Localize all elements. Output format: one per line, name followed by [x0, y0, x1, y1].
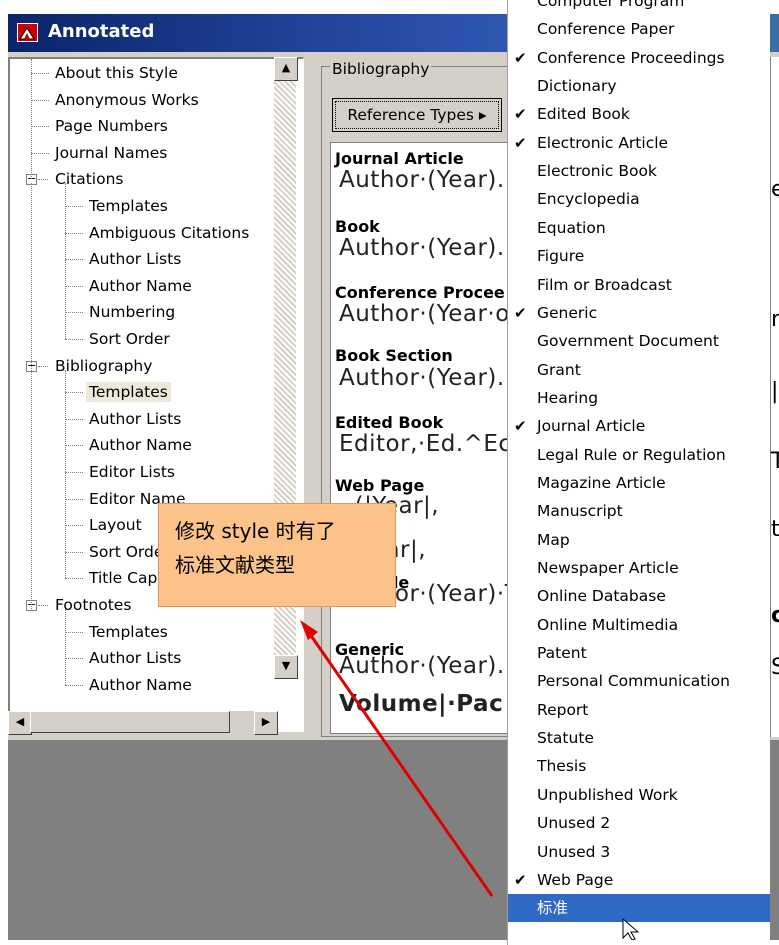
- arrow-shaft: [303, 626, 494, 897]
- annotation-arrow: [300, 620, 494, 897]
- mouse-cursor-icon: [622, 918, 640, 940]
- arrow-head: [300, 620, 318, 640]
